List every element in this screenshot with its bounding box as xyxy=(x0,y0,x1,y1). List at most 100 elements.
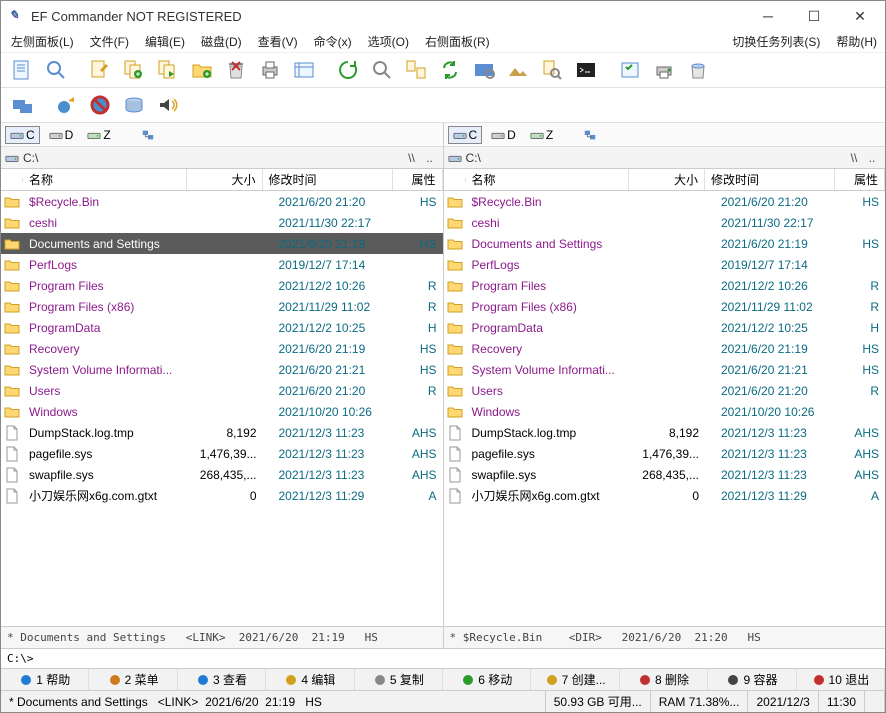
drive-network-button[interactable] xyxy=(578,126,602,144)
file-row[interactable]: System Volume Informati...2021/6/20 21:2… xyxy=(444,359,886,380)
menu-view[interactable]: 查看(V) xyxy=(250,31,306,52)
file-row[interactable]: $Recycle.Bin2021/6/20 21:20HS xyxy=(444,191,886,212)
minimize-button[interactable]: ─ xyxy=(745,1,791,31)
file-row[interactable]: $Recycle.Bin2021/6/20 21:20HS xyxy=(1,191,443,212)
find-file-button[interactable] xyxy=(537,55,567,85)
drive-d-button[interactable]: D xyxy=(486,126,521,144)
menu-edit[interactable]: 编辑(E) xyxy=(137,31,193,52)
file-row[interactable]: Users2021/6/20 21:20R xyxy=(1,380,443,401)
globe-blocked-button[interactable] xyxy=(85,90,115,120)
file-row[interactable]: 小刀娱乐网x6g.com.gtxt02021/12/3 11:29A xyxy=(444,485,886,506)
drive-c-button[interactable]: C xyxy=(448,126,483,144)
fkey-9[interactable]: 9 容器 xyxy=(708,669,796,690)
file-row[interactable]: DumpStack.log.tmp8,1922021/12/3 11:23AHS xyxy=(444,422,886,443)
view-button[interactable] xyxy=(41,55,71,85)
new-file-button[interactable] xyxy=(7,55,37,85)
file-row[interactable]: System Volume Informati...2021/6/20 21:2… xyxy=(1,359,443,380)
file-row[interactable]: Windows2021/10/20 10:26 xyxy=(444,401,886,422)
edit-button[interactable] xyxy=(85,55,115,85)
menu-switch-task-list[interactable]: 切换任务列表(S) xyxy=(724,31,828,52)
drive-d-button[interactable]: D xyxy=(44,126,79,144)
file-row[interactable]: Program Files2021/12/2 10:26R xyxy=(444,275,886,296)
search-button[interactable] xyxy=(367,55,397,85)
left-path-bar[interactable]: C:\\\.. xyxy=(1,147,443,169)
file-row[interactable]: ProgramData2021/12/2 10:25H xyxy=(444,317,886,338)
fkey-8[interactable]: 8 删除 xyxy=(620,669,708,690)
col-icon[interactable] xyxy=(1,178,23,182)
menu-right-panel[interactable]: 右侧面板(R) xyxy=(417,31,498,52)
file-row[interactable]: Users2021/6/20 21:20R xyxy=(444,380,886,401)
col-date[interactable]: 修改时间 xyxy=(263,169,393,190)
menu-command[interactable]: 命令(x) xyxy=(306,31,360,52)
file-row[interactable]: Documents and Settings2021/6/20 21:19HS xyxy=(1,233,443,254)
settings-button[interactable] xyxy=(615,55,645,85)
path-up-button[interactable]: .. xyxy=(863,149,881,167)
col-name[interactable]: 名称 xyxy=(23,169,187,190)
menu-left-panel[interactable]: 左侧面板(L) xyxy=(3,31,82,52)
network-button[interactable] xyxy=(7,90,37,120)
col-size[interactable]: 大小 xyxy=(629,169,705,190)
file-row[interactable]: Program Files (x86)2021/11/29 11:02R xyxy=(1,296,443,317)
drive-z-button[interactable]: Z xyxy=(525,126,558,144)
right-path-bar[interactable]: C:\\\.. xyxy=(444,147,886,169)
right-file-list[interactable]: $Recycle.Bin2021/6/20 21:20HSceshi2021/1… xyxy=(444,191,886,626)
menu-help[interactable]: 帮助(H) xyxy=(828,31,885,52)
col-attr[interactable]: 属性 xyxy=(393,169,443,190)
delete-button[interactable] xyxy=(221,55,251,85)
recycle-button[interactable] xyxy=(683,55,713,85)
drive-network-button[interactable] xyxy=(136,126,160,144)
fkey-7[interactable]: 7 创建... xyxy=(531,669,619,690)
view-thumb-button[interactable] xyxy=(503,55,533,85)
copy-button[interactable] xyxy=(119,55,149,85)
print-button[interactable] xyxy=(255,55,285,85)
file-row[interactable]: Recovery2021/6/20 21:19HS xyxy=(1,338,443,359)
file-row[interactable]: swapfile.sys268,435,...2021/12/3 11:23AH… xyxy=(1,464,443,485)
new-folder-button[interactable] xyxy=(187,55,217,85)
menu-options[interactable]: 选项(O) xyxy=(360,31,417,52)
file-row[interactable]: Documents and Settings2021/6/20 21:19HS xyxy=(444,233,886,254)
file-row[interactable]: pagefile.sys1,476,39...2021/12/3 11:23AH… xyxy=(1,443,443,464)
file-row[interactable]: ProgramData2021/12/2 10:25H xyxy=(1,317,443,338)
menu-disk[interactable]: 磁盘(D) xyxy=(193,31,250,52)
file-row[interactable]: Program Files (x86)2021/11/29 11:02R xyxy=(444,296,886,317)
file-row[interactable]: pagefile.sys1,476,39...2021/12/3 11:23AH… xyxy=(444,443,886,464)
menu-file[interactable]: 文件(F) xyxy=(82,31,137,52)
file-row[interactable]: PerfLogs2019/12/7 17:14 xyxy=(1,254,443,275)
file-row[interactable]: Windows2021/10/20 10:26 xyxy=(1,401,443,422)
file-row[interactable]: swapfile.sys268,435,...2021/12/3 11:23AH… xyxy=(444,464,886,485)
command-line[interactable]: C:\> xyxy=(1,648,885,668)
fkey-2[interactable]: 2 菜单 xyxy=(89,669,177,690)
printer2-button[interactable] xyxy=(649,55,679,85)
fkey-10[interactable]: 10 退出 xyxy=(797,669,885,690)
fkey-6[interactable]: 6 移动 xyxy=(443,669,531,690)
file-row[interactable]: PerfLogs2019/12/7 17:14 xyxy=(444,254,886,275)
col-name[interactable]: 名称 xyxy=(466,169,630,190)
view-large-button[interactable] xyxy=(469,55,499,85)
fkey-3[interactable]: 3 查看 xyxy=(178,669,266,690)
file-row[interactable]: ceshi2021/11/30 22:17 xyxy=(444,212,886,233)
close-button[interactable]: ✕ xyxy=(837,1,883,31)
sound-button[interactable] xyxy=(153,90,183,120)
move-button[interactable] xyxy=(153,55,183,85)
sync-button[interactable] xyxy=(435,55,465,85)
col-date[interactable]: 修改时间 xyxy=(705,169,835,190)
col-size[interactable]: 大小 xyxy=(187,169,263,190)
console-button[interactable] xyxy=(571,55,601,85)
left-file-list[interactable]: $Recycle.Bin2021/6/20 21:20HSceshi2021/1… xyxy=(1,191,443,626)
path-history-button[interactable]: \\ xyxy=(403,149,421,167)
col-icon[interactable] xyxy=(444,178,466,182)
path-up-button[interactable]: .. xyxy=(421,149,439,167)
drive-z-button[interactable]: Z xyxy=(82,126,115,144)
maximize-button[interactable]: ☐ xyxy=(791,1,837,31)
properties-button[interactable] xyxy=(289,55,319,85)
file-row[interactable]: DumpStack.log.tmp8,1922021/12/3 11:23AHS xyxy=(1,422,443,443)
drive-c-button[interactable]: C xyxy=(5,126,40,144)
file-row[interactable]: Recovery2021/6/20 21:19HS xyxy=(444,338,886,359)
file-row[interactable]: Program Files2021/12/2 10:26R xyxy=(1,275,443,296)
file-row[interactable]: 小刀娱乐网x6g.com.gtxt02021/12/3 11:29A xyxy=(1,485,443,506)
fkey-1[interactable]: 1 帮助 xyxy=(1,669,89,690)
compare-button[interactable] xyxy=(401,55,431,85)
fkey-4[interactable]: 4 编辑 xyxy=(266,669,354,690)
col-attr[interactable]: 属性 xyxy=(835,169,885,190)
fkey-5[interactable]: 5 复制 xyxy=(355,669,443,690)
